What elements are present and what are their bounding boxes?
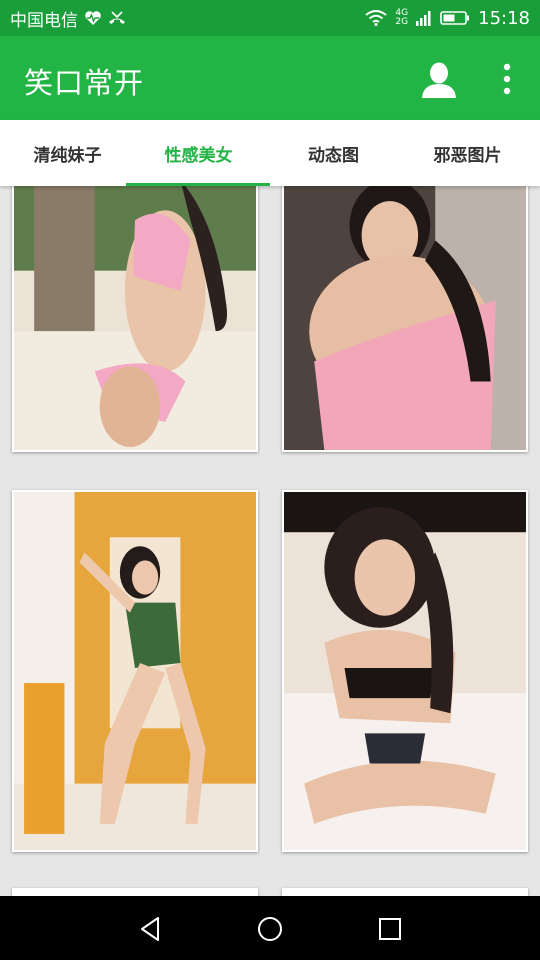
- status-left: 中国电信: [10, 6, 126, 31]
- photo-4-image: [284, 492, 526, 850]
- clock: 15:18: [478, 7, 530, 29]
- network-bottom-label: 2G: [395, 17, 409, 27]
- photo-card-6[interactable]: [282, 888, 528, 896]
- wifi-icon: [365, 10, 388, 26]
- home-button[interactable]: [253, 912, 287, 946]
- battery-icon: [440, 10, 470, 26]
- account-button[interactable]: [418, 58, 460, 100]
- photo-card-3[interactable]: [12, 490, 258, 852]
- app-title: 笑口常开: [24, 66, 145, 100]
- carrier-label: 中国电信: [10, 10, 78, 31]
- tab-xinggan[interactable]: 性感美女: [131, 120, 266, 186]
- photo-card-5[interactable]: [12, 888, 258, 896]
- signal-icon: [416, 10, 432, 26]
- home-icon: [258, 917, 282, 941]
- navigation-bar: [0, 896, 540, 960]
- photo-2-image: [284, 186, 526, 450]
- tab-xiee[interactable]: 邪恶图片: [400, 120, 535, 186]
- tab-indicator: [126, 183, 270, 186]
- network-type: 4G 2G: [395, 9, 408, 27]
- photo-3-image: [14, 492, 256, 850]
- back-icon: [141, 917, 159, 941]
- more-vert-icon: [503, 63, 511, 95]
- status-bar: 中国电信 4G 2G 15:18: [0, 0, 540, 36]
- account-icon: [422, 62, 456, 98]
- tab-qingchun[interactable]: 清纯妹子: [0, 120, 135, 186]
- photo-card-4[interactable]: [282, 490, 528, 852]
- photo-card-2[interactable]: [282, 186, 528, 452]
- category-tabs: 清纯妹子 性感美女 动态图 邪恶图片: [0, 120, 540, 186]
- back-button[interactable]: [133, 912, 167, 946]
- app-bar: 笑口常开: [0, 36, 540, 120]
- photo-card-1[interactable]: [12, 186, 258, 452]
- more-options-button[interactable]: [496, 62, 518, 96]
- heart-monitor-icon: [84, 10, 102, 26]
- photo-grid: [0, 186, 540, 896]
- recents-button[interactable]: [373, 912, 407, 946]
- tab-dongtai[interactable]: 动态图: [266, 120, 401, 186]
- status-right: 4G 2G 15:18: [365, 8, 530, 29]
- missed-call-icon: [108, 10, 126, 26]
- photo-1-image: [14, 186, 256, 450]
- recents-icon: [379, 918, 401, 940]
